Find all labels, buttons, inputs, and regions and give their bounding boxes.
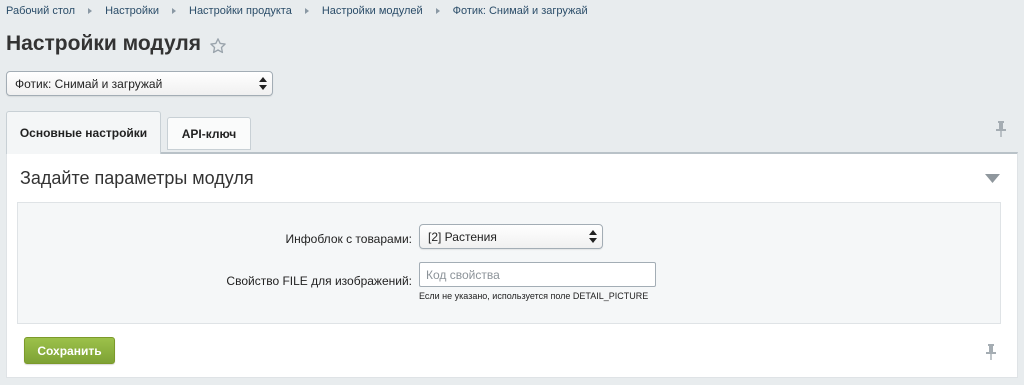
tab-main-settings[interactable]: Основные настройки <box>6 111 161 154</box>
breadcrumb-item-settings[interactable]: Настройки <box>105 5 159 17</box>
breadcrumb: Рабочий стол Настройки Настройки продукт… <box>6 5 588 17</box>
collapse-triangle-icon[interactable] <box>985 174 1000 183</box>
module-select[interactable]: Фотик: Снимай и загружай <box>6 71 273 96</box>
breadcrumb-item-desktop[interactable]: Рабочий стол <box>6 5 75 17</box>
file-property-input[interactable] <box>419 262 656 287</box>
iblock-select[interactable]: [2] Растения <box>419 224 603 249</box>
settings-panel: Задайте параметры модуля Инфоблок с това… <box>6 152 1018 378</box>
iblock-label: Инфоблок с товарами: <box>285 232 412 246</box>
file-property-hint: Если не указано, используется поле DETAI… <box>419 291 649 301</box>
select-arrows-icon <box>259 77 267 90</box>
breadcrumb-item-product-settings[interactable]: Настройки продукта <box>189 5 292 17</box>
breadcrumb-item-module-settings[interactable]: Настройки модулей <box>322 5 423 17</box>
settings-form: Инфоблок с товарами: [2] Растения Свойст… <box>17 202 1001 324</box>
panel-heading: Задайте параметры модуля <box>20 168 254 188</box>
star-icon[interactable] <box>209 37 227 55</box>
iblock-select-value: [2] Растения <box>428 229 497 244</box>
breadcrumb-item-current-module[interactable]: Фотик: Снимай и загружай <box>453 5 588 17</box>
tab-api-key-label: API-ключ <box>181 126 237 141</box>
file-property-label: Свойство FILE для изображений: <box>226 274 412 288</box>
tab-main-settings-label: Основные настройки <box>19 126 148 140</box>
chevron-right-icon <box>304 8 309 14</box>
save-button[interactable]: Сохранить <box>24 337 115 364</box>
pin-icon[interactable] <box>995 121 1007 137</box>
page-title: Настройки модуля <box>6 32 202 55</box>
module-select-value: Фотик: Снимай и загружай <box>15 76 163 91</box>
chevron-right-icon <box>435 8 440 14</box>
chevron-right-icon <box>88 8 93 14</box>
pin-icon[interactable] <box>985 344 997 360</box>
select-arrows-icon <box>589 230 597 243</box>
chevron-right-icon <box>172 8 176 14</box>
tab-api-key[interactable]: API-ключ <box>167 117 251 150</box>
